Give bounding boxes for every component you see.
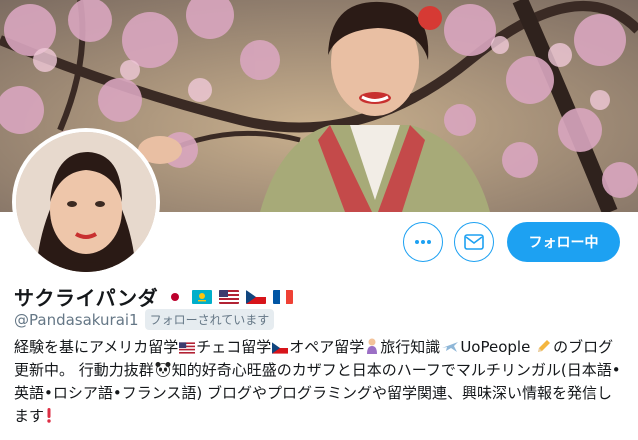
following-button[interactable]: フォロー中: [507, 222, 620, 262]
usa-flag-icon: [179, 342, 196, 354]
bio-text: 経験を基にアメリカ留学: [14, 338, 179, 356]
bio-text: オペア留学: [289, 338, 365, 356]
usa-flag-icon: [219, 289, 240, 304]
profile-bio: 経験を基にアメリカ留学 チェコ留学 オペア留学 旅行知識 UoPeople のブ…: [14, 336, 626, 428]
user-handle: @Pandasakurai1: [14, 310, 139, 329]
czech-flag-icon: [272, 342, 289, 354]
direct-message-button[interactable]: [454, 222, 494, 262]
japan-flag-icon: [165, 289, 186, 304]
panda-icon: [155, 362, 171, 377]
more-options-button[interactable]: [403, 222, 443, 262]
avatar-image: [16, 132, 156, 272]
follows-you-badge: フォローされています: [144, 309, 275, 330]
profile-avatar[interactable]: [12, 128, 160, 276]
france-flag-icon: [273, 289, 294, 304]
bio-text: チェコ留学: [196, 338, 272, 356]
bio-text: 旅行知識: [380, 338, 441, 356]
czech-flag-icon: [246, 289, 267, 304]
display-name: サクライパンダ: [14, 286, 159, 310]
name-row: サクライパンダ: [14, 282, 294, 311]
baby-icon: [367, 338, 378, 354]
exclamation-icon: [47, 408, 51, 423]
more-dots-icon: [415, 240, 431, 244]
airplane-icon: [442, 342, 459, 352]
handle-row: @Pandasakurai1 フォローされています: [14, 309, 275, 330]
envelope-icon: [464, 234, 484, 250]
bio-text: UoPeople: [460, 338, 531, 356]
kazakhstan-flag-icon: [192, 289, 213, 304]
pencil-icon: [538, 340, 551, 352]
